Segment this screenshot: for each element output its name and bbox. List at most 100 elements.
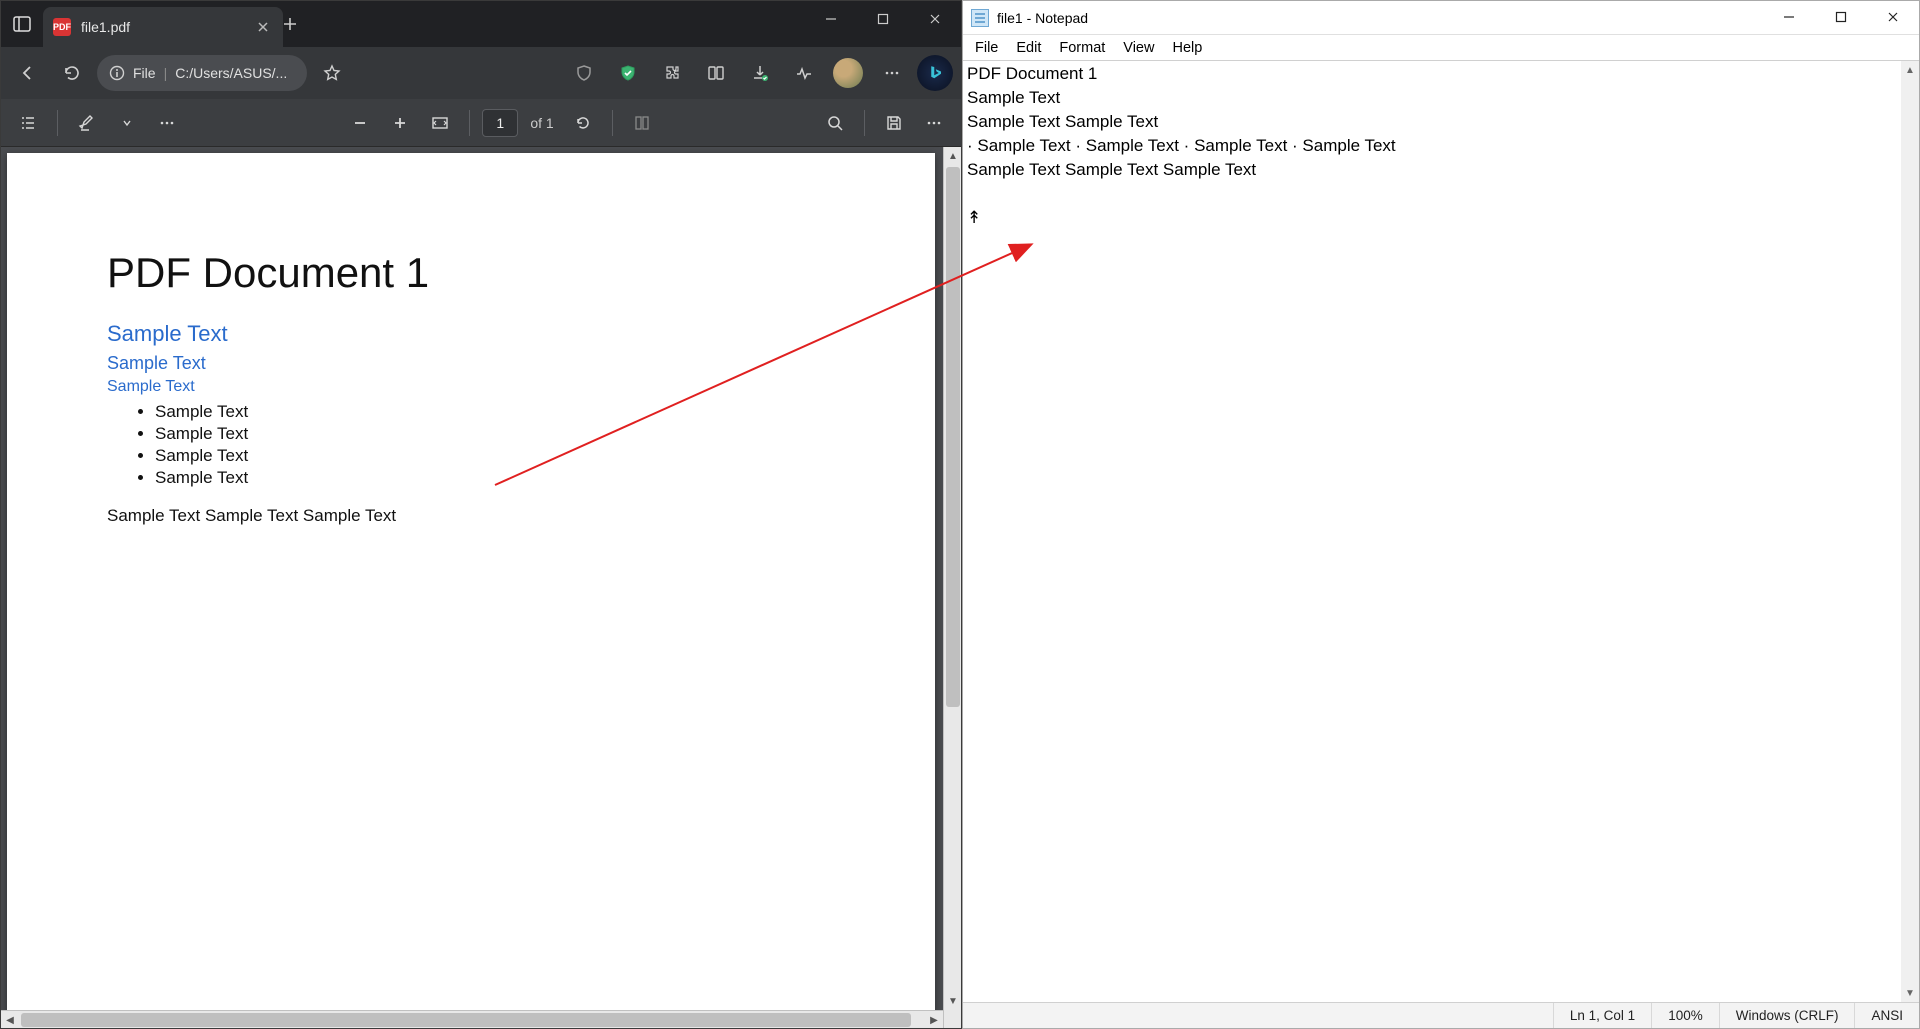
scroll-left-button[interactable]: ◀ bbox=[1, 1011, 19, 1028]
highlight-dropdown[interactable] bbox=[110, 106, 144, 140]
puzzle-icon bbox=[663, 64, 681, 82]
page-of-label: of 1 bbox=[530, 115, 553, 131]
back-button[interactable] bbox=[9, 54, 47, 92]
ellipsis-icon bbox=[925, 114, 943, 132]
pdf-bullet-list: Sample Text Sample Text Sample Text Samp… bbox=[155, 402, 835, 488]
menu-help[interactable]: Help bbox=[1164, 38, 1210, 58]
edge-maximize-button[interactable] bbox=[857, 1, 909, 37]
scroll-up-button[interactable]: ▲ bbox=[1901, 61, 1919, 79]
scroll-down-button[interactable]: ▼ bbox=[1901, 984, 1919, 1002]
tab-title: file1.pdf bbox=[81, 19, 247, 35]
zoom-out-button[interactable] bbox=[343, 106, 377, 140]
pdf-heading-1: PDF Document 1 bbox=[107, 249, 835, 297]
list-item: Sample Text bbox=[155, 424, 835, 444]
highlight-button[interactable] bbox=[70, 106, 104, 140]
info-icon bbox=[109, 65, 125, 81]
notepad-menubar: File Edit Format View Help bbox=[963, 35, 1919, 61]
zoom-in-button[interactable] bbox=[383, 106, 417, 140]
menu-file[interactable]: File bbox=[967, 38, 1006, 58]
security-button[interactable] bbox=[609, 54, 647, 92]
avatar-icon bbox=[833, 58, 863, 88]
save-button[interactable] bbox=[877, 106, 911, 140]
downloads-button[interactable] bbox=[741, 54, 779, 92]
address-bar[interactable]: File | C:/Users/ASUS/... bbox=[97, 55, 307, 91]
scrollbar-thumb[interactable] bbox=[21, 1013, 911, 1027]
text-line: Sample Text Sample Text Sample Text bbox=[967, 160, 1256, 179]
menu-edit[interactable]: Edit bbox=[1008, 38, 1049, 58]
page-number-input[interactable] bbox=[482, 109, 518, 137]
status-cursor-position: Ln 1, Col 1 bbox=[1553, 1003, 1651, 1028]
more-button[interactable] bbox=[873, 54, 911, 92]
notepad-title: file1 - Notepad bbox=[997, 10, 1088, 26]
list-item: Sample Text bbox=[155, 402, 835, 422]
favorite-button[interactable] bbox=[313, 54, 351, 92]
notepad-minimize-button[interactable] bbox=[1763, 1, 1815, 33]
edge-close-button[interactable] bbox=[909, 1, 961, 37]
arrow-left-icon bbox=[19, 64, 37, 82]
notepad-window: file1 - Notepad File Edit Format View He… bbox=[962, 0, 1920, 1029]
page-view-button[interactable] bbox=[625, 106, 659, 140]
scroll-down-button[interactable]: ▼ bbox=[944, 992, 961, 1010]
notepad-maximize-button[interactable] bbox=[1815, 1, 1867, 33]
save-icon bbox=[885, 114, 903, 132]
extensions-button[interactable] bbox=[653, 54, 691, 92]
scroll-right-button[interactable]: ▶ bbox=[925, 1011, 943, 1028]
split-screen-button[interactable] bbox=[697, 54, 735, 92]
browser-tab[interactable]: PDF file1.pdf bbox=[43, 7, 283, 47]
text-line: Sample Text Sample Text bbox=[967, 112, 1158, 131]
refresh-button[interactable] bbox=[53, 54, 91, 92]
minimize-icon bbox=[1783, 11, 1795, 23]
pdf-heading-3: Sample Text bbox=[107, 353, 835, 374]
divider bbox=[57, 110, 58, 136]
tab-close-button[interactable] bbox=[257, 21, 269, 33]
sidebar-icon bbox=[13, 15, 31, 33]
notepad-text-area[interactable]: PDF Document 1 Sample Text Sample Text S… bbox=[963, 61, 1919, 1002]
search-icon bbox=[826, 114, 844, 132]
performance-button[interactable] bbox=[785, 54, 823, 92]
edge-titlebar: PDF file1.pdf bbox=[1, 1, 961, 47]
pdf-settings-button[interactable] bbox=[917, 106, 951, 140]
highlighter-icon bbox=[78, 114, 96, 132]
menu-view[interactable]: View bbox=[1115, 38, 1162, 58]
plus-icon bbox=[392, 115, 408, 131]
bing-chat-button[interactable] bbox=[917, 55, 953, 91]
notepad-titlebar: file1 - Notepad bbox=[963, 1, 1919, 35]
edge-nav-toolbar: File | C:/Users/ASUS/... bbox=[1, 47, 961, 99]
maximize-icon bbox=[1835, 11, 1847, 23]
edge-minimize-button[interactable] bbox=[805, 1, 857, 37]
find-button[interactable] bbox=[818, 106, 852, 140]
pdf-page: PDF Document 1 Sample Text Sample Text S… bbox=[7, 153, 935, 1028]
notepad-vertical-scrollbar[interactable]: ▲ ▼ bbox=[1901, 61, 1919, 1002]
close-icon bbox=[929, 13, 941, 25]
scroll-up-button[interactable]: ▲ bbox=[944, 147, 961, 165]
pdf-heading-2: Sample Text bbox=[107, 321, 835, 347]
pdf-vertical-scrollbar[interactable]: ▲ ▼ bbox=[943, 147, 961, 1028]
address-separator: | bbox=[164, 65, 168, 81]
scrollbar-thumb[interactable] bbox=[946, 167, 960, 707]
menu-format[interactable]: Format bbox=[1051, 38, 1113, 58]
pdf-heading-4: Sample Text bbox=[107, 378, 835, 396]
notepad-status-bar: Ln 1, Col 1 100% Windows (CRLF) ANSI bbox=[963, 1002, 1919, 1028]
list-icon bbox=[19, 114, 37, 132]
list-item: Sample Text bbox=[155, 446, 835, 466]
text-line: PDF Document 1 bbox=[967, 64, 1097, 83]
pdf-horizontal-scrollbar[interactable]: ◀ ▶ bbox=[1, 1010, 943, 1028]
pdf-viewport[interactable]: PDF Document 1 Sample Text Sample Text S… bbox=[1, 147, 961, 1028]
status-zoom: 100% bbox=[1651, 1003, 1719, 1028]
divider bbox=[864, 110, 865, 136]
notepad-close-button[interactable] bbox=[1867, 1, 1919, 33]
pdf-more-button[interactable] bbox=[150, 106, 184, 140]
ellipsis-icon bbox=[883, 64, 901, 82]
fit-page-button[interactable] bbox=[423, 106, 457, 140]
rotate-button[interactable] bbox=[566, 106, 600, 140]
vertical-tabs-button[interactable] bbox=[1, 1, 43, 47]
notepad-app-icon bbox=[971, 9, 989, 27]
bing-icon bbox=[926, 64, 944, 82]
address-scheme: File bbox=[133, 65, 156, 81]
new-tab-button[interactable] bbox=[283, 17, 319, 31]
refresh-icon bbox=[63, 64, 81, 82]
profile-button[interactable] bbox=[829, 54, 867, 92]
tracking-prevention-button[interactable] bbox=[565, 54, 603, 92]
divider bbox=[469, 110, 470, 136]
contents-button[interactable] bbox=[11, 106, 45, 140]
